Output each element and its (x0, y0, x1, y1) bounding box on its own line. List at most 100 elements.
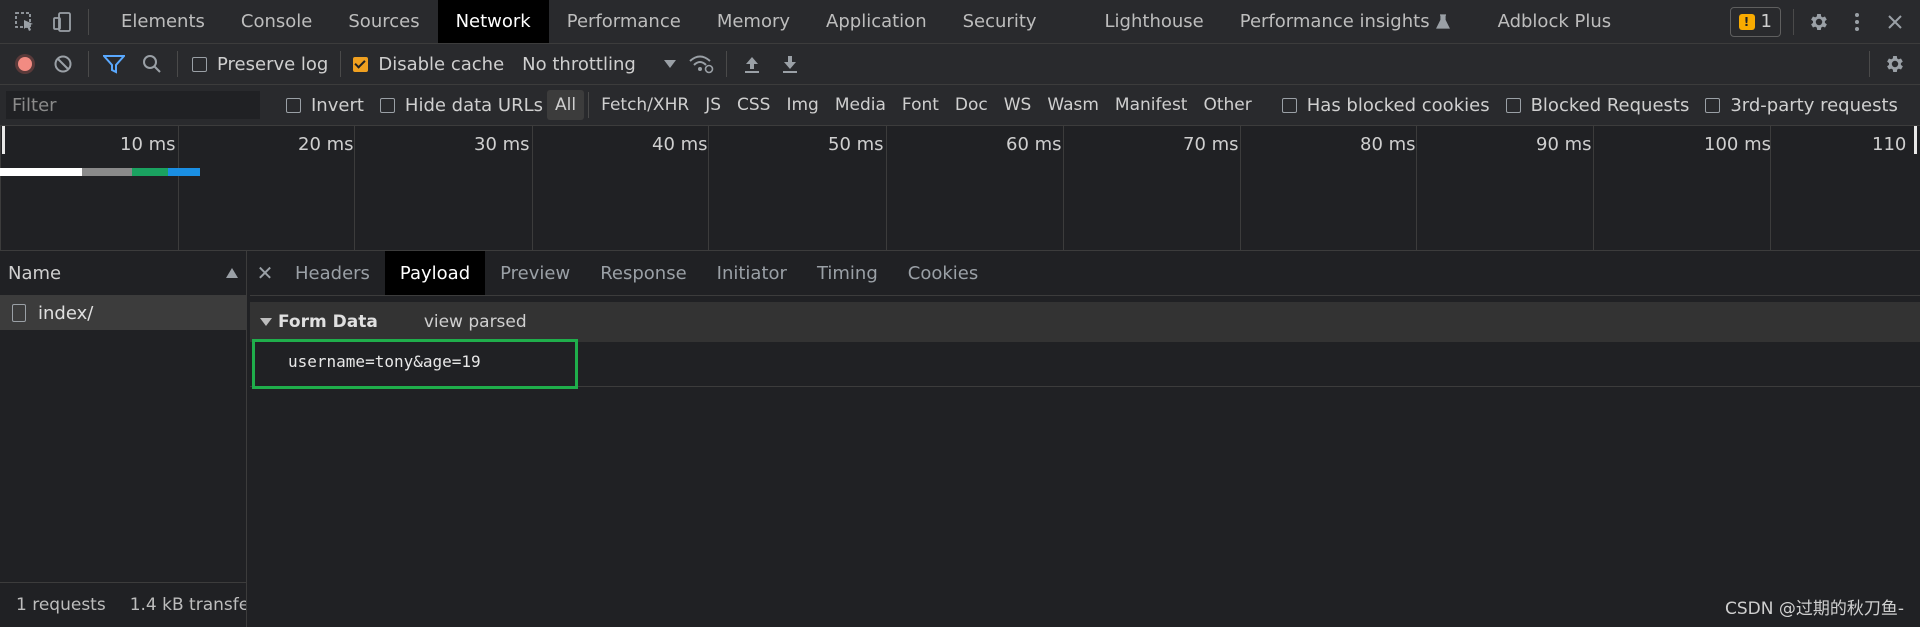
close-devtools-icon[interactable] (1876, 0, 1914, 43)
search-icon[interactable] (133, 43, 171, 86)
tab-console[interactable]: Console (223, 0, 330, 43)
network-settings-gear-icon[interactable] (1876, 43, 1914, 86)
tab-network[interactable]: Network (437, 0, 549, 43)
filter-type-ws[interactable]: WS (996, 90, 1040, 120)
tab-payload[interactable]: Payload (384, 251, 486, 295)
issue-warning-icon: ! (1738, 13, 1755, 30)
divider (88, 8, 89, 35)
export-har-download-icon[interactable] (771, 43, 809, 86)
import-har-upload-icon[interactable] (733, 43, 771, 86)
divider (1869, 51, 1870, 77)
throttling-select[interactable]: No throttling (522, 54, 676, 75)
disable-cache-checkbox[interactable]: Disable cache (353, 54, 504, 75)
more-options-icon[interactable] (1838, 0, 1876, 43)
invert-label: Invert (311, 94, 364, 116)
filter-type-manifest[interactable]: Manifest (1107, 90, 1196, 120)
filter-type-css[interactable]: CSS (729, 90, 778, 120)
request-list-panel: Name index/ 1 requests 1.4 kB transfe (0, 251, 247, 627)
divider (725, 51, 727, 77)
network-conditions-wifi-icon[interactable] (682, 43, 720, 86)
tab-sources[interactable]: Sources (330, 0, 437, 43)
filter-type-img[interactable]: Img (778, 90, 826, 120)
timeline-tick-label: 10 ms (120, 134, 176, 155)
tab-cookies[interactable]: Cookies (893, 251, 993, 295)
filter-type-other[interactable]: Other (1195, 90, 1259, 120)
filter-type-doc[interactable]: Doc (947, 90, 996, 120)
invert-checkbox[interactable]: Invert (286, 95, 364, 116)
name-column-label: Name (8, 262, 62, 284)
third-party-requests-label: 3rd-party requests (1730, 94, 1898, 116)
checkbox-box (1505, 97, 1521, 113)
clear-icon[interactable] (44, 43, 82, 86)
tab-preview[interactable]: Preview (485, 251, 585, 295)
form-data-section-header[interactable]: Form Data view parsed (250, 302, 1920, 342)
timeline-tick-label: 70 ms (1183, 134, 1239, 155)
status-bar: 1 requests 1.4 kB transfe (0, 582, 246, 627)
watermark: CSDN @过期的秋刀鱼- (1724, 599, 1904, 619)
blocked-requests-checkbox[interactable]: Blocked Requests (1505, 95, 1689, 116)
timeline-tick-label: 100 ms (1704, 134, 1771, 155)
timeline-selection-handle-right[interactable] (1914, 126, 1917, 154)
tab-adblock-plus[interactable]: Adblock Plus (1480, 0, 1630, 43)
waterfall-queueing (0, 168, 82, 176)
timeline-tick-label: 80 ms (1360, 134, 1416, 155)
filter-type-wasm[interactable]: Wasm (1039, 90, 1107, 120)
tab-performance[interactable]: Performance (549, 0, 699, 43)
network-overview-timeline[interactable]: 10 ms 20 ms 30 ms 40 ms 50 ms 60 ms 70 m… (0, 126, 1920, 251)
timeline-grid-line (1063, 126, 1064, 250)
timeline-tick-label: 90 ms (1536, 134, 1592, 155)
checkbox-box (353, 56, 369, 72)
view-parsed-toggle[interactable]: view parsed (424, 312, 527, 332)
sort-ascending-icon (226, 268, 238, 278)
divider (88, 51, 89, 77)
filter-type-fetch-xhr[interactable]: Fetch/XHR (593, 90, 697, 120)
record-icon[interactable] (6, 43, 44, 86)
close-detail-icon[interactable]: ✕ (250, 261, 280, 285)
preserve-log-label: Preserve log (217, 53, 329, 75)
timeline-grid-line (354, 126, 355, 250)
divider (1793, 8, 1794, 35)
disable-cache-label: Disable cache (378, 53, 505, 75)
detail-tabbar: ✕ Headers Payload Preview Response Initi… (250, 251, 1920, 296)
request-name: index/ (38, 302, 94, 324)
tab-lighthouse[interactable]: Lighthouse (1087, 0, 1222, 43)
tab-response[interactable]: Response (585, 251, 701, 295)
tab-timing[interactable]: Timing (802, 251, 893, 295)
filter-type-media[interactable]: Media (827, 90, 894, 120)
inspect-element-icon[interactable] (6, 0, 44, 43)
tab-security[interactable]: Security (945, 0, 1055, 43)
filter-input[interactable] (6, 91, 260, 119)
third-party-requests-checkbox[interactable]: 3rd-party requests (1705, 95, 1898, 116)
tab-performance-insights[interactable]: Performance insights (1222, 0, 1480, 43)
has-blocked-cookies-checkbox[interactable]: Has blocked cookies (1281, 95, 1490, 116)
settings-gear-icon[interactable] (1800, 0, 1838, 43)
timeline-grid-line (1416, 126, 1417, 250)
tab-application[interactable]: Application (808, 0, 945, 43)
request-waterfall-bar (0, 168, 200, 176)
network-toolbar: Preserve log Disable cache No throttling (0, 44, 1920, 85)
issues-badge[interactable]: ! 1 (1729, 6, 1781, 37)
devtools-main-tabbar: Elements Console Sources Network Perform… (0, 0, 1920, 44)
filter-type-font[interactable]: Font (894, 90, 947, 120)
filter-type-all[interactable]: All (547, 90, 585, 120)
timeline-tick-label: 40 ms (652, 134, 708, 155)
waterfall-download (168, 168, 200, 176)
tab-headers[interactable]: Headers (280, 251, 385, 295)
device-toolbar-icon[interactable] (44, 0, 82, 43)
filter-type-js[interactable]: JS (697, 90, 729, 120)
tab-memory[interactable]: Memory (699, 0, 808, 43)
timeline-selection-handle-left[interactable] (2, 126, 5, 154)
timeline-tick-label: 20 ms (298, 134, 354, 155)
tab-elements[interactable]: Elements (103, 0, 223, 43)
preserve-log-checkbox[interactable]: Preserve log (192, 54, 328, 75)
divider (177, 51, 178, 77)
timeline-grid-line (0, 126, 1, 250)
filter-funnel-icon[interactable] (95, 43, 133, 86)
request-row[interactable]: index/ (0, 296, 246, 330)
tab-initiator[interactable]: Initiator (702, 251, 802, 295)
flask-icon (1435, 13, 1450, 30)
timeline-tick-label: 30 ms (474, 134, 530, 155)
document-file-icon (12, 304, 26, 322)
hide-data-urls-checkbox[interactable]: Hide data URLs (379, 95, 543, 116)
name-column-header[interactable]: Name (0, 251, 246, 296)
